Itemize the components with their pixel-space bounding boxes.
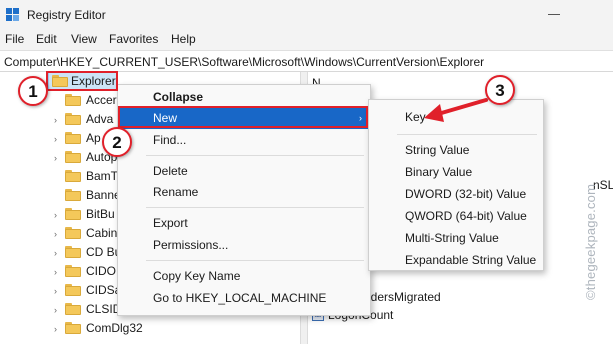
tree-item[interactable]: › ComDlg32 (0, 319, 300, 338)
chevron-right-icon[interactable]: › (54, 267, 57, 277)
folder-icon (65, 170, 81, 182)
window-title: Registry Editor (27, 8, 106, 22)
submenu-item-key[interactable]: Key (369, 106, 543, 128)
folder-icon (65, 265, 81, 277)
menu-favorites[interactable]: Favorites (109, 32, 158, 46)
menu-item-find[interactable]: Find... (118, 130, 370, 151)
chevron-right-icon[interactable]: › (54, 248, 57, 258)
address-bar[interactable]: Computer\HKEY_CURRENT_USER\Software\Micr… (0, 50, 613, 72)
annotation-box-explorer (46, 71, 118, 91)
menu-separator (146, 155, 364, 156)
submenu-item-binary-value[interactable]: Binary Value (369, 161, 543, 183)
chevron-right-icon[interactable]: › (54, 286, 57, 296)
folder-icon (65, 303, 81, 315)
menu-view[interactable]: View (71, 32, 97, 46)
chevron-right-icon[interactable]: › (54, 153, 57, 163)
submenu-item-multi-string-value[interactable]: Multi-String Value (369, 227, 543, 249)
menu-item-copy-key-name[interactable]: Copy Key Name (118, 266, 370, 287)
folder-icon (65, 246, 81, 258)
menu-separator (146, 260, 364, 261)
new-submenu: Key String Value Binary Value DWORD (32-… (368, 99, 544, 271)
tree-item-label: Cabin (86, 226, 118, 240)
title-bar: Registry Editor (0, 0, 613, 30)
chevron-right-icon[interactable]: › (54, 115, 57, 125)
menu-separator (397, 134, 537, 135)
menu-item-go-to-hklm[interactable]: Go to HKEY_LOCAL_MACHINE (118, 288, 370, 309)
submenu-item-dword-value[interactable]: DWORD (32-bit) Value (369, 183, 543, 205)
tree-item-label: Banne (86, 188, 121, 202)
menu-separator (146, 207, 364, 208)
folder-icon (65, 284, 81, 296)
chevron-right-icon[interactable]: › (54, 210, 57, 220)
submenu-item-string-value[interactable]: String Value (369, 139, 543, 161)
tree-item-label: BitBu (86, 207, 115, 221)
watermark: ©thegeekpage.com (583, 183, 598, 300)
folder-icon (65, 208, 81, 220)
folder-icon (65, 227, 81, 239)
folder-icon (65, 189, 81, 201)
folder-icon (65, 94, 81, 106)
folder-icon (65, 113, 81, 125)
menu-item-rename[interactable]: Rename (118, 182, 370, 203)
tree-item-label: BamT (86, 169, 119, 183)
callout-1: 1 (18, 76, 48, 106)
submenu-item-expandable-string-value[interactable]: Expandable String Value (369, 249, 543, 271)
annotation-box-new (118, 106, 368, 128)
menu-item-permissions[interactable]: Permissions... (118, 235, 370, 256)
chevron-right-icon[interactable]: › (54, 134, 57, 144)
callout-3: 3 (485, 75, 515, 105)
menu-file[interactable]: File (5, 32, 24, 46)
tree-item-label: CIDO (86, 264, 116, 278)
folder-icon (65, 132, 81, 144)
folder-icon (65, 322, 81, 334)
address-path[interactable]: Computer\HKEY_CURRENT_USER\Software\Micr… (4, 55, 484, 69)
chevron-right-icon[interactable]: › (54, 305, 57, 315)
chevron-right-icon[interactable]: › (54, 324, 57, 334)
tree-item-label: Adva (86, 112, 114, 126)
submenu-item-qword-value[interactable]: QWORD (64-bit) Value (369, 205, 543, 227)
tree-item-label: Accer (86, 93, 117, 107)
menu-edit[interactable]: Edit (36, 32, 57, 46)
menu-help[interactable]: Help (171, 32, 196, 46)
callout-2: 2 (102, 127, 132, 157)
minimize-icon[interactable] (548, 14, 560, 15)
registry-editor-icon (6, 8, 20, 22)
menu-item-collapse[interactable]: Collapse (118, 87, 370, 108)
tree-item-label: Ap (86, 131, 101, 145)
menu-bar: File Edit View Favorites Help (0, 30, 613, 50)
tree-item-label: ComDlg32 (86, 321, 143, 335)
chevron-right-icon[interactable]: › (54, 229, 57, 239)
folder-icon (65, 151, 81, 163)
menu-item-export[interactable]: Export (118, 213, 370, 234)
menu-item-delete[interactable]: Delete (118, 161, 370, 182)
